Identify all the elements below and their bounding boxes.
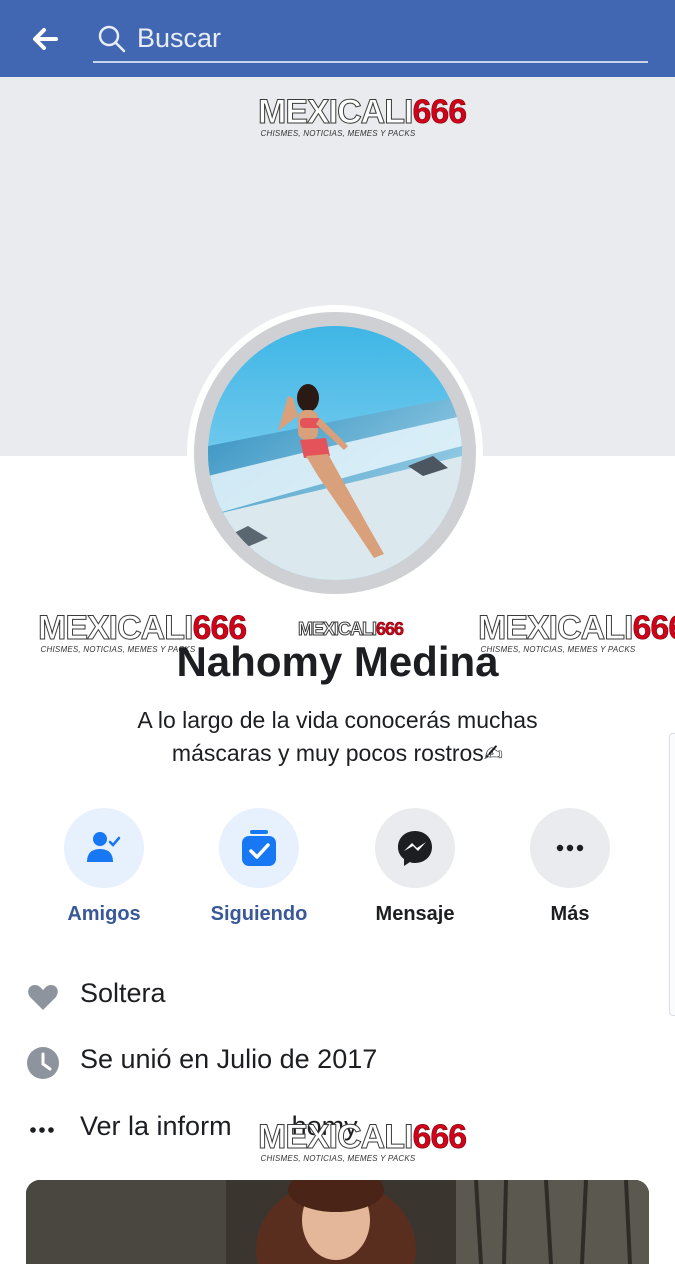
- more-dots-icon: [30, 1127, 54, 1133]
- profile-name: Nahomy Medina: [176, 638, 499, 685]
- scrollbar[interactable]: [669, 733, 675, 1016]
- clock-icon: [27, 1047, 59, 1079]
- watermark-logo: MEXICALI666: [297, 619, 404, 639]
- back-arrow-icon[interactable]: [26, 22, 66, 56]
- heart-icon: [28, 985, 58, 1010]
- search-bar[interactable]: [93, 14, 648, 63]
- search-input[interactable]: [137, 20, 637, 56]
- watermark-logo: MEXICALI666 CHISMES, NOTICIAS, MEMES Y P…: [257, 93, 467, 138]
- watermark-logo: MEXICALI666 CHISMES, NOTICIAS, MEMES Y P…: [257, 1118, 467, 1163]
- profile-photo-image: [208, 326, 462, 580]
- search-icon: [98, 25, 126, 53]
- more-button[interactable]: Más: [505, 808, 635, 926]
- following-button[interactable]: Siguiendo: [194, 808, 324, 926]
- profile-picture[interactable]: [187, 305, 483, 601]
- friends-button[interactable]: Amigos: [39, 808, 169, 926]
- profile-bio: A lo largo de la vida conocerás muchas m…: [137, 707, 538, 766]
- following-check-icon: [242, 830, 276, 866]
- friends-check-icon: [87, 832, 121, 862]
- message-button[interactable]: Mensaje: [350, 808, 480, 926]
- featured-photo[interactable]: [26, 1180, 649, 1264]
- top-bar: [0, 0, 675, 77]
- joined-date-row: Se unió en Julio de 2017: [0, 1036, 675, 1086]
- messenger-icon: [398, 831, 432, 866]
- relationship-status-row: Soltera: [0, 970, 675, 1020]
- more-dots-icon: [556, 844, 584, 852]
